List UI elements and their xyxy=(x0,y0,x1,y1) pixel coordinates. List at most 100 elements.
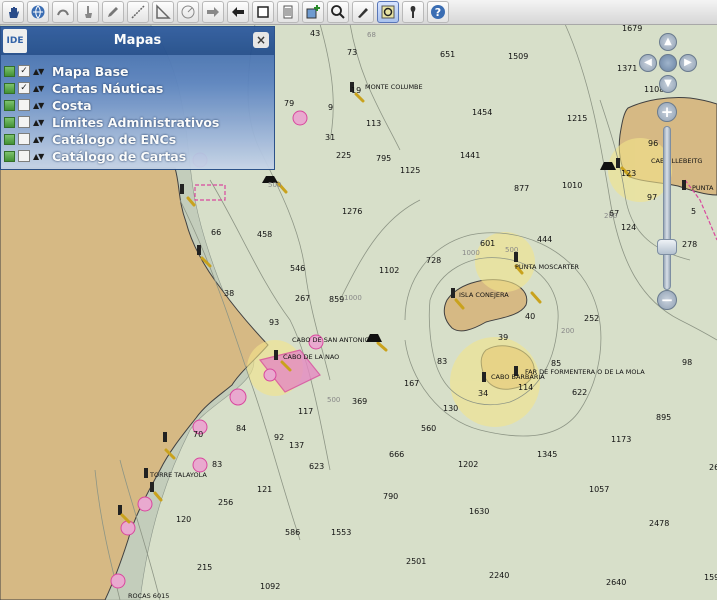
depth-sounding: 586 xyxy=(285,528,300,537)
depth-sounding: 2478 xyxy=(649,519,669,528)
layers-panel: IDE Mapas × ✓ ▲▼ Mapa Base ✓ ▲▼ Cartas Náutic… xyxy=(0,26,275,170)
map-toolbar: ? xyxy=(0,0,717,25)
depth-sounding: 877 xyxy=(514,184,529,193)
depth-sounding: 40 xyxy=(525,312,535,321)
depth-sounding: 790 xyxy=(383,492,398,501)
layer-checkbox[interactable] xyxy=(18,150,30,162)
search-map-tool-button[interactable] xyxy=(377,1,399,23)
forward-arrow-tool-button[interactable] xyxy=(202,1,224,23)
magnifier-tool-button[interactable] xyxy=(327,1,349,23)
depth-sounding: 137 xyxy=(289,441,304,450)
layer-row[interactable]: ✓ ▲▼ Mapa Base xyxy=(4,63,129,79)
layer-row[interactable]: ▲▼ Límites Administrativos xyxy=(4,114,219,130)
depth-sounding: 1215 xyxy=(567,114,587,123)
search-map-icon xyxy=(381,5,395,19)
layer-order-arrows-icon[interactable]: ▲▼ xyxy=(33,101,51,110)
place-name-label: CABO DE SAN ANTONIO xyxy=(292,336,370,344)
measure-distance-icon xyxy=(131,5,145,19)
close-icon[interactable]: × xyxy=(253,32,269,48)
layer-type-icon xyxy=(4,82,15,94)
depth-sounding: 9 xyxy=(328,103,333,112)
pointer-hand-tool-button[interactable] xyxy=(77,1,99,23)
zoom-box-tool-button[interactable] xyxy=(252,1,274,23)
depth-sounding: 2240 xyxy=(489,571,509,580)
layer-type-icon xyxy=(4,116,15,128)
depth-sounding: 73 xyxy=(347,48,357,57)
place-name-label: CABO DE LA NAO xyxy=(283,353,339,361)
magnifier-icon xyxy=(331,5,345,19)
contour-depth-label: 1000 xyxy=(462,249,480,257)
layer-order-arrows-icon[interactable]: ▲▼ xyxy=(33,118,51,127)
depth-sounding: 256 xyxy=(218,498,233,507)
layer-label: Límites Administrativos xyxy=(52,114,220,130)
pencil-tool-button[interactable] xyxy=(102,1,124,23)
depth-sounding: 2640 xyxy=(606,578,626,587)
add-layer-tool-button[interactable] xyxy=(302,1,324,23)
pan-hand-tool-button[interactable] xyxy=(2,1,24,23)
depth-sounding: 1345 xyxy=(537,450,557,459)
depth-sounding: 34 xyxy=(478,389,488,398)
measure-angle-tool-button[interactable] xyxy=(177,1,199,23)
document-tool-button[interactable] xyxy=(277,1,299,23)
help-tool-button[interactable]: ? xyxy=(427,1,449,23)
zoom-in-button[interactable]: + xyxy=(657,102,677,122)
layer-checkbox[interactable] xyxy=(18,116,30,128)
layer-row[interactable]: ▲▼ Catálogo de Cartas xyxy=(4,148,186,164)
depth-sounding: 84 xyxy=(236,424,246,433)
layer-checkbox[interactable] xyxy=(18,133,30,145)
layer-order-arrows-icon[interactable]: ▲▼ xyxy=(33,152,51,161)
depth-sounding: 278 xyxy=(682,240,697,249)
depth-sounding: 79 xyxy=(284,99,294,108)
depth-sounding: 1102 xyxy=(379,266,399,275)
zoom-out-button[interactable]: − xyxy=(657,290,677,310)
layer-row[interactable]: ▲▼ Costa xyxy=(4,97,92,113)
depth-sounding: 39 xyxy=(498,333,508,342)
measure-area-icon xyxy=(156,4,171,19)
layers-panel-title: Mapas xyxy=(113,33,162,48)
contour-depth-label: 200 xyxy=(561,327,574,335)
depth-sounding: 623 xyxy=(309,462,324,471)
back-arrow-tool-button[interactable] xyxy=(227,1,249,23)
depth-sounding: 124 xyxy=(621,223,636,232)
globe-tool-button[interactable] xyxy=(27,1,49,23)
layer-order-arrows-icon[interactable]: ▲▼ xyxy=(33,84,51,93)
depth-sounding: 113 xyxy=(366,119,381,128)
depth-sounding: 83 xyxy=(212,460,222,469)
layer-order-arrows-icon[interactable]: ▲▼ xyxy=(33,135,51,144)
brush-tool-button[interactable] xyxy=(352,1,374,23)
back-arrow-icon xyxy=(232,7,244,17)
pointer-hand-icon xyxy=(85,6,92,18)
measure-angle-icon xyxy=(181,5,195,19)
layer-checkbox[interactable] xyxy=(18,99,30,111)
pan-right-button[interactable]: ▶ xyxy=(679,54,697,72)
depth-sounding: 70 xyxy=(193,430,203,439)
contour-depth-label: 68 xyxy=(367,31,376,39)
place-name-label: CABO BARBARIA xyxy=(491,373,545,381)
zoom-slider-track[interactable] xyxy=(663,126,671,290)
measure-area-tool-button[interactable] xyxy=(152,1,174,23)
depth-sounding: 895 xyxy=(656,413,671,422)
layer-checkbox[interactable]: ✓ xyxy=(18,65,30,77)
pan-down-button[interactable]: ▼ xyxy=(659,75,677,93)
help-icon: ? xyxy=(431,5,445,19)
previous-view-tool-button[interactable] xyxy=(52,1,74,23)
place-name-label: PUNTA MOSCARTER xyxy=(515,263,579,271)
forward-arrow-icon xyxy=(207,7,219,17)
depth-sounding: 622 xyxy=(572,388,587,397)
depth-sounding: 1010 xyxy=(562,181,582,190)
pan-center-icon[interactable] xyxy=(659,54,677,72)
layer-checkbox[interactable]: ✓ xyxy=(18,82,30,94)
pan-up-button[interactable]: ▲ xyxy=(659,33,677,51)
layer-row[interactable]: ✓ ▲▼ Cartas Náuticas xyxy=(4,80,163,96)
previous-view-icon xyxy=(57,9,69,16)
depth-sounding: 1454 xyxy=(472,108,492,117)
layer-order-arrows-icon[interactable]: ▲▼ xyxy=(33,67,51,76)
layer-row[interactable]: ▲▼ Catálogo de ENCs xyxy=(4,131,176,147)
measure-distance-tool-button[interactable] xyxy=(127,1,149,23)
depth-sounding: 1202 xyxy=(458,460,478,469)
pan-left-button[interactable]: ◀ xyxy=(639,54,657,72)
depth-sounding: 120 xyxy=(176,515,191,524)
pin-tool-button[interactable] xyxy=(402,1,424,23)
depth-sounding: 97 xyxy=(647,193,657,202)
zoom-slider-handle[interactable] xyxy=(657,239,677,255)
